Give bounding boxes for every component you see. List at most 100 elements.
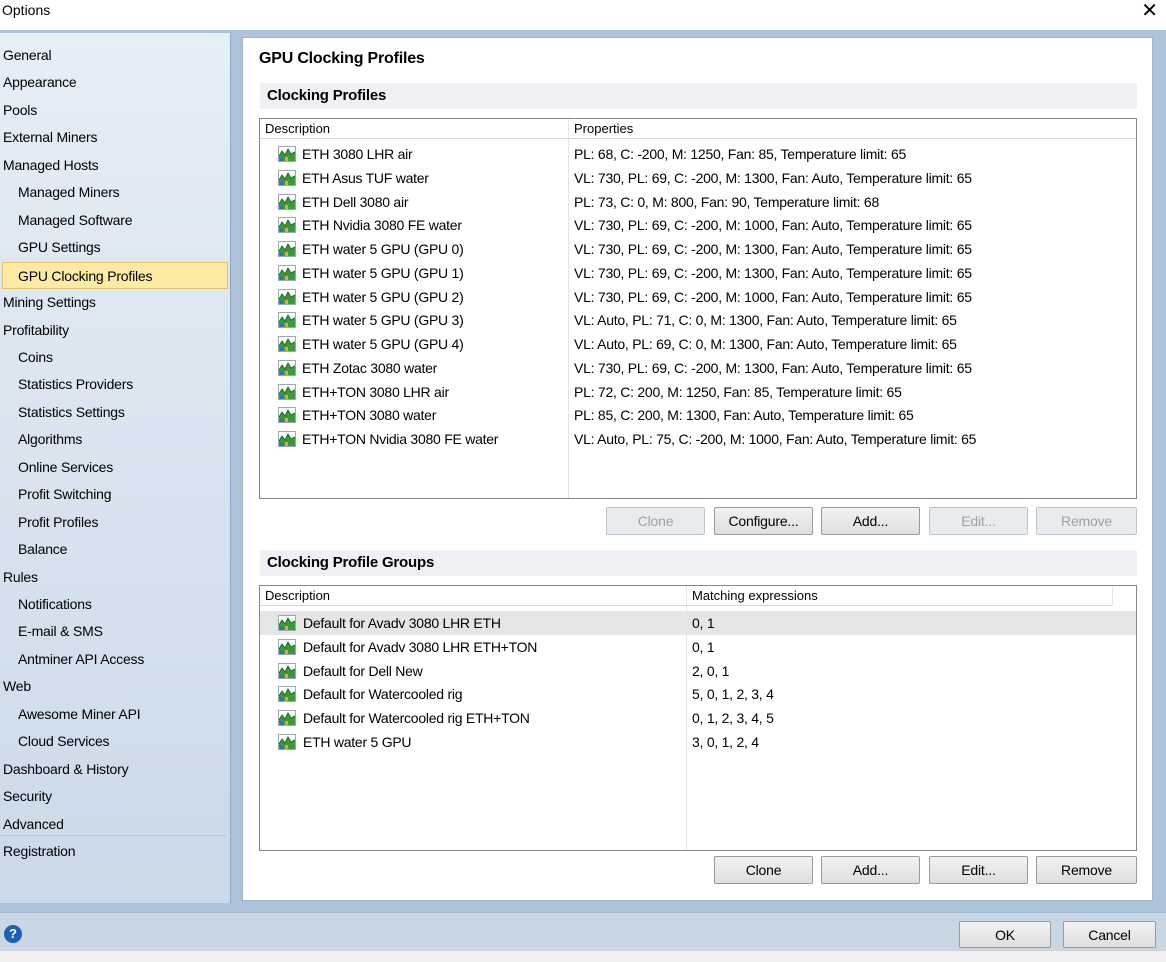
row-properties: PL: 68, C: -200, M: 1250, Fan: 85, Tempe… [574,146,907,162]
sidebar-item[interactable]: Dashboard & History [0,756,229,782]
row-matching-expressions: 0, 1, 2, 3, 4, 5 [692,710,774,727]
page-title: GPU Clocking Profiles [259,50,425,67]
sidebar-item[interactable]: Mining Settings [0,289,229,315]
profile-configure-button[interactable]: Configure... [714,507,813,535]
mountain-chart-icon [278,193,296,210]
profile-add-button[interactable]: Add... [821,507,920,535]
table-row[interactable]: ETH water 5 GPU (GPU 0) VL: 730, PL: 69, … [260,237,1136,261]
table-row[interactable]: ETH+TON 3080 water PL: 85, C: 200, M: 130… [260,403,1136,427]
mountain-chart-icon [278,431,296,447]
table-row[interactable]: ETH Zotac 3080 water VL: 730, PL: 69, C: … [260,356,1136,380]
table-row[interactable]: Default for Watercooled rig ETH+TON 0, 1,… [260,706,1136,730]
table-row[interactable]: ETH Asus TUF water VL: 730, PL: 69, C: -2… [260,166,1136,190]
sidebar-item[interactable]: General [0,42,229,68]
sidebar-item[interactable]: Notifications [0,591,229,617]
section-title: Clocking Profiles [267,87,387,104]
row-properties: VL: Auto, PL: 75, C: -200, M: 1000, Fan:… [574,431,977,447]
sidebar-item[interactable]: Balance [0,536,229,562]
table-row[interactable]: ETH water 5 GPU (GPU 4) VL: Auto, PL: 69,… [260,332,1136,356]
sidebar-item[interactable]: Coins [0,344,229,370]
sidebar-item[interactable]: Profit Switching [0,481,229,507]
row-description: ETH water 5 GPU [303,734,412,750]
profile-edit-button[interactable]: Edit... [929,507,1028,535]
sidebar-item[interactable]: Appearance [0,69,229,95]
table-row[interactable]: ETH water 5 GPU (GPU 3) VL: Auto, PL: 71,… [260,308,1136,332]
column-header-properties[interactable]: Properties [569,119,1136,139]
column-header-description[interactable]: Description [260,119,569,139]
row-matching-expressions: 0, 1 [692,615,715,631]
sidebar-item[interactable]: Online Services [0,454,229,480]
row-description: Default for Watercooled rig [303,686,463,703]
group-remove-button[interactable]: Remove [1036,856,1137,884]
table-row[interactable]: ETH water 5 GPU (GPU 1) VL: 730, PL: 69, … [260,261,1136,285]
sidebar-item[interactable]: Profit Profiles [0,509,229,535]
row-properties: PL: 73, C: 0, M: 800, Fan: 90, Temperatu… [574,193,880,210]
ok-button[interactable]: OK [959,921,1051,948]
table-row[interactable]: ETH 3080 LHR air PL: 68, C: -200, M: 1250… [260,142,1136,166]
group-add-button[interactable]: Add... [821,856,920,884]
sidebar-item[interactable]: GPU Settings [0,234,229,260]
sidebar-item[interactable]: Rules [0,564,229,590]
profile-clone-button[interactable]: Clone [606,507,705,535]
sidebar-item[interactable]: Antminer API Access [0,646,229,672]
table-row[interactable]: ETH water 5 GPU 3, 0, 1, 2, 4 [260,730,1136,754]
table-row[interactable]: ETH Dell 3080 air PL: 73, C: 0, M: 800, F… [260,190,1136,214]
row-description: ETH water 5 GPU (GPU 1) [302,264,464,281]
table-row[interactable]: ETH+TON 3080 LHR air PL: 72, C: 200, M: 1… [260,380,1136,404]
row-properties: PL: 85, C: 200, M: 1300, Fan: Auto, Temp… [574,407,914,424]
help-icon[interactable]: ? [4,925,22,943]
sidebar-item[interactable]: Cloud Services [0,728,229,754]
column-header-description[interactable]: Description [260,586,687,606]
sidebar-item[interactable]: Pools [0,97,229,123]
table-row[interactable]: Default for Avadv 3080 LHR ETH 0, 1 [260,611,1136,635]
table-row[interactable]: ETH+TON Nvidia 3080 FE water VL: Auto, PL… [260,427,1136,451]
sidebar-item[interactable]: Managed Hosts [0,152,229,178]
row-properties: VL: 730, PL: 69, C: -200, M: 1300, Fan: … [574,359,972,376]
mountain-chart-icon [278,662,296,679]
sidebar-item[interactable]: Security [0,783,229,809]
table-row[interactable]: ETH Nvidia 3080 FE water VL: 730, PL: 69,… [260,213,1136,237]
cancel-button[interactable]: Cancel [1063,921,1156,948]
table-row[interactable]: Default for Dell New 2, 0, 1 [260,659,1136,683]
group-clone-button[interactable]: Clone [714,856,813,884]
mountain-chart-icon [278,264,296,281]
sidebar-item[interactable]: Statistics Settings [0,399,229,425]
profile-remove-button[interactable]: Remove [1036,507,1137,535]
table-row[interactable]: ETH water 5 GPU (GPU 2) VL: 730, PL: 69, … [260,285,1136,309]
row-description: ETH+TON Nvidia 3080 FE water [302,431,499,447]
mountain-chart-icon [278,241,296,257]
mountain-chart-icon [278,146,296,162]
table-row[interactable]: Default for Watercooled rig 5, 0, 1, 2, 3… [260,682,1136,706]
section-title: Clocking Profile Groups [267,554,435,571]
sidebar-item[interactable]: Registration [0,838,229,864]
background-strip [0,950,1166,962]
row-properties: VL: 730, PL: 69, C: -200, M: 1000, Fan: … [574,217,972,234]
row-properties: VL: 730, PL: 69, C: -200, M: 1000, Fan: … [574,288,972,305]
sidebar-item[interactable]: Advanced [0,811,229,837]
row-properties: VL: 730, PL: 69, C: -200, M: 1300, Fan: … [574,241,972,257]
sidebar-item[interactable]: Awesome Miner API [0,701,229,727]
mountain-chart-icon [278,686,296,703]
clocking-profile-groups-header: Clocking Profile Groups [260,550,1137,576]
close-icon[interactable]: ✕ [1141,0,1158,22]
row-description: ETH Dell 3080 air [302,193,409,210]
clocking-profiles-list[interactable]: Description Properties ETH 3080 LHR air P… [259,118,1137,499]
sidebar-item[interactable]: GPU Clocking Profiles [2,261,228,289]
row-matching-expressions: 3, 0, 1, 2, 4 [692,734,759,750]
row-description: ETH 3080 LHR air [302,146,413,162]
group-edit-button[interactable]: Edit... [929,856,1028,884]
column-header-matching-expressions[interactable]: Matching expressions [687,586,1113,606]
sidebar-item[interactable]: Statistics Providers [0,371,229,397]
sidebar-item[interactable]: Algorithms [0,426,229,452]
mountain-chart-icon [278,407,296,424]
sidebar-item[interactable]: Web [0,673,229,699]
sidebar-item[interactable]: Managed Miners [0,179,229,205]
mountain-chart-icon [278,615,296,631]
sidebar-item[interactable]: E-mail & SMS [0,618,229,644]
dialog-footer: ? OK Cancel [0,912,1166,950]
sidebar-item[interactable]: External Miners [0,124,229,150]
table-row[interactable]: Default for Avadv 3080 LHR ETH+TON 0, 1 [260,635,1136,659]
sidebar-item[interactable]: Profitability [0,317,229,343]
sidebar-item[interactable]: Managed Software [0,207,229,233]
clocking-profile-groups-list[interactable]: Description Matching expressions Default… [259,585,1137,851]
